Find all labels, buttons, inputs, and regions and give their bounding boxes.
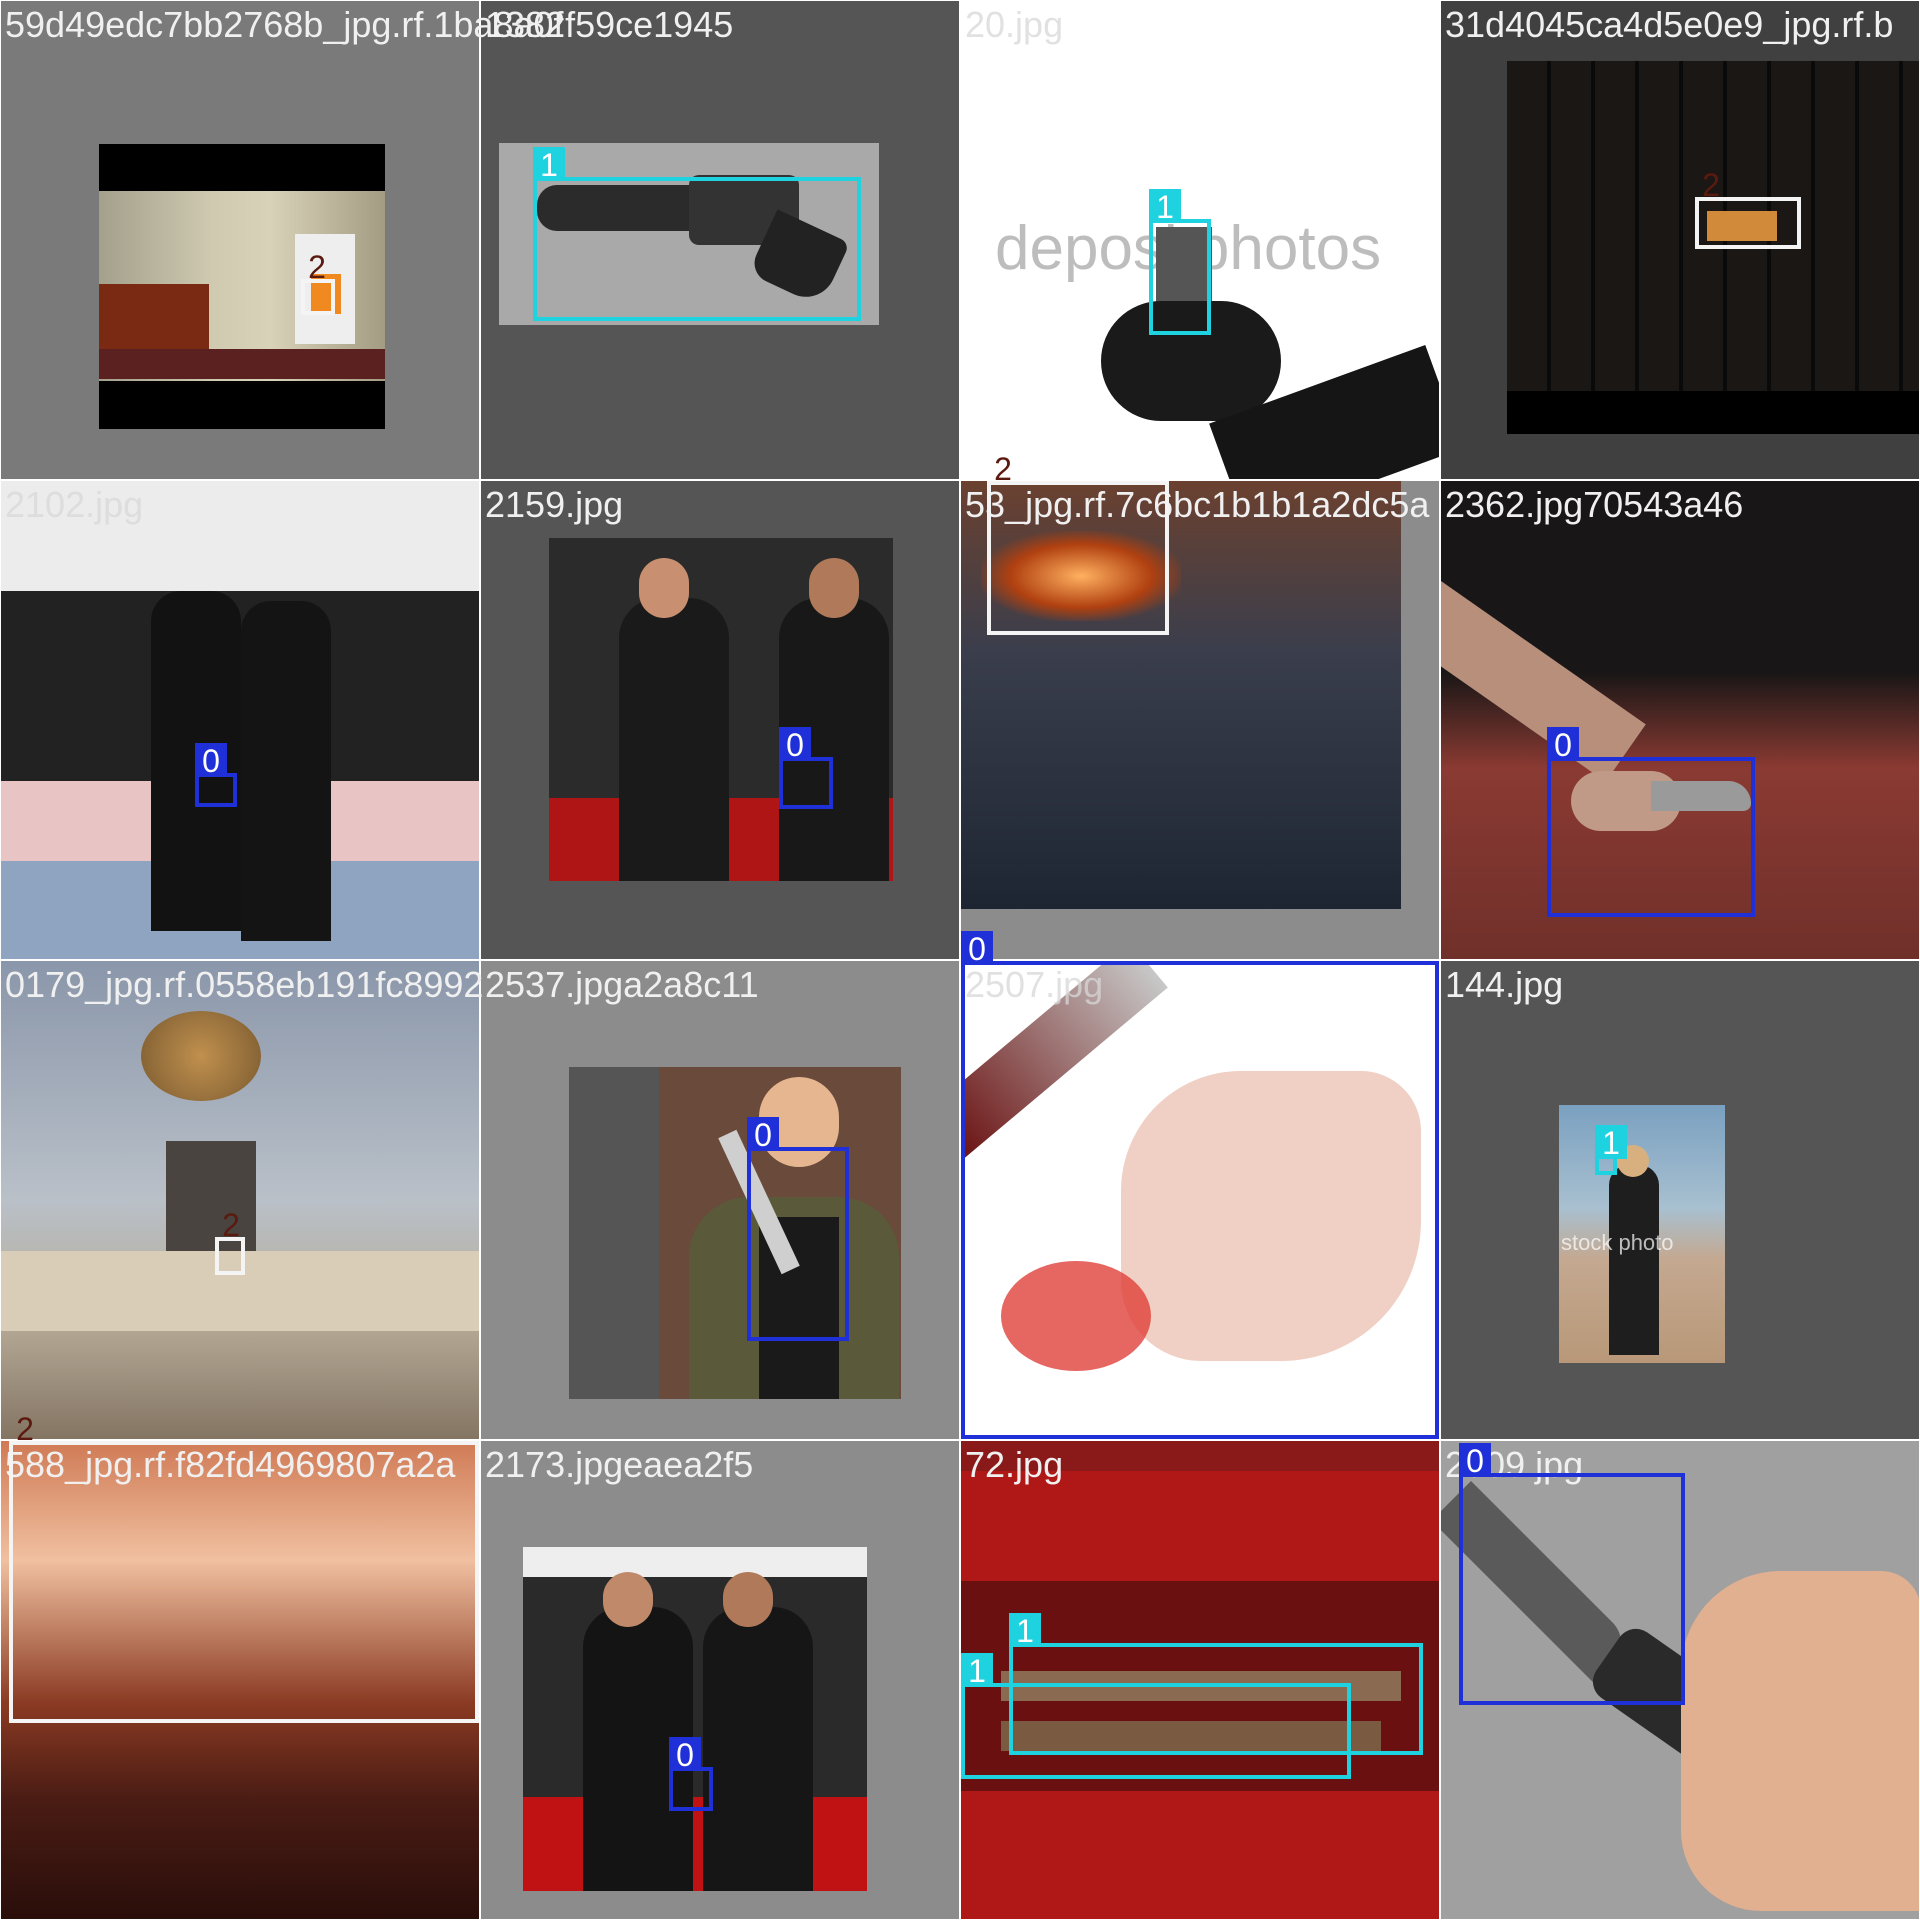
detection-box-fire[interactable]: 2 bbox=[215, 1207, 245, 1275]
watermark: stock photo bbox=[1561, 1230, 1674, 1255]
class-label: 1 bbox=[1595, 1125, 1627, 1161]
class-label: 1 bbox=[1009, 1613, 1041, 1649]
mosaic-tile[interactable]: 1 1382f59ce1945 bbox=[481, 1, 959, 479]
mosaic-tile[interactable]: 0 2537.jpga2a8c11 bbox=[481, 961, 959, 1439]
detection-box-knife[interactable]: 0 bbox=[779, 727, 833, 809]
class-label: 0 bbox=[669, 1737, 701, 1773]
mosaic-tile[interactable]: 0 2173.jpgeaea2f5 bbox=[481, 1441, 959, 1919]
class-label: 0 bbox=[1547, 727, 1579, 763]
class-label: 0 bbox=[747, 1117, 779, 1153]
class-label: 2 bbox=[994, 451, 1012, 487]
mosaic-tile[interactable]: 0 2102.jpg bbox=[1, 481, 479, 959]
mosaic-tile[interactable]: 0 2362.jpg70543a46 bbox=[1441, 481, 1919, 959]
class-label: 0 bbox=[961, 931, 993, 967]
mosaic-tile[interactable]: 2 53_jpg.rf.7c6bc1b1b1a2dc5a bbox=[961, 451, 1439, 959]
mosaic-tile[interactable]: 1 1 72.jpg bbox=[961, 1441, 1439, 1919]
detection-box-knife[interactable]: 0 bbox=[669, 1737, 713, 1811]
detection-box-knife[interactable]: 0 bbox=[1459, 1443, 1685, 1705]
mosaic-tile[interactable]: 2 588_jpg.rf.f82fd4969807a2a bbox=[1, 1411, 479, 1919]
detection-box-gun[interactable]: 1 bbox=[1595, 1125, 1627, 1175]
detection-box-knife[interactable]: 0 bbox=[961, 931, 1439, 1439]
mosaic-tile[interactable]: stock photo 1 144.jpg bbox=[1441, 961, 1919, 1439]
class-label: 0 bbox=[779, 727, 811, 763]
dojo-photo bbox=[1, 481, 479, 959]
detection-box-gun[interactable]: 1 bbox=[961, 1653, 1351, 1779]
mosaic-tile[interactable]: 0 2507.jpg bbox=[961, 931, 1439, 1439]
class-label: 2 bbox=[222, 1207, 240, 1243]
living-room-photo bbox=[1, 961, 479, 1439]
mosaic-tile[interactable]: 2 59d49edc7bb2768b_jpg.rf.1ba8a0f bbox=[1, 1, 564, 479]
mosaic-tile[interactable]: depositphotos 1 20.jpg bbox=[961, 1, 1439, 479]
class-label: 2 bbox=[16, 1411, 34, 1447]
detection-box-fire[interactable]: 2 bbox=[1695, 167, 1801, 249]
detection-box-knife[interactable]: 0 bbox=[195, 743, 237, 807]
two-men-red-photo bbox=[523, 1547, 867, 1891]
detection-box-gun[interactable]: 1 bbox=[533, 147, 861, 321]
class-label: 0 bbox=[1459, 1443, 1491, 1479]
detection-box-gun[interactable]: 1 bbox=[1149, 189, 1211, 335]
class-label: 2 bbox=[1702, 167, 1720, 203]
mosaic-tile[interactable]: 0 2159.jpg bbox=[481, 481, 959, 959]
room-photo bbox=[99, 144, 385, 429]
detection-box-fire[interactable]: 2 bbox=[301, 249, 335, 315]
gunman-photo: stock photo bbox=[1559, 1105, 1725, 1363]
two-men-photo bbox=[549, 538, 893, 881]
detection-box-knife[interactable]: 0 bbox=[747, 1117, 849, 1341]
detection-box-fire[interactable]: 2 bbox=[9, 1411, 479, 1723]
mosaic-tile[interactable]: 0 2909.jpg bbox=[1441, 1441, 1919, 1919]
mosaic-tile[interactable]: 2 31d4045ca4d5e0e9_jpg.rf.b bbox=[1441, 1, 1919, 479]
class-label: 1 bbox=[1149, 189, 1181, 225]
class-label: 1 bbox=[533, 147, 565, 183]
class-label: 1 bbox=[961, 1653, 993, 1689]
chef-photo bbox=[569, 1067, 901, 1399]
class-label: 2 bbox=[308, 249, 326, 285]
mosaic-grid: 2 59d49edc7bb2768b_jpg.rf.1ba8a0f 1 1382… bbox=[0, 0, 1920, 1920]
mosaic-tile[interactable]: 2 0179_jpg.rf.0558eb191fc8992 bbox=[1, 961, 483, 1439]
detection-box-fire[interactable]: 2 bbox=[987, 451, 1169, 635]
detection-box-knife[interactable]: 0 bbox=[1547, 727, 1755, 917]
class-label: 0 bbox=[195, 743, 227, 779]
